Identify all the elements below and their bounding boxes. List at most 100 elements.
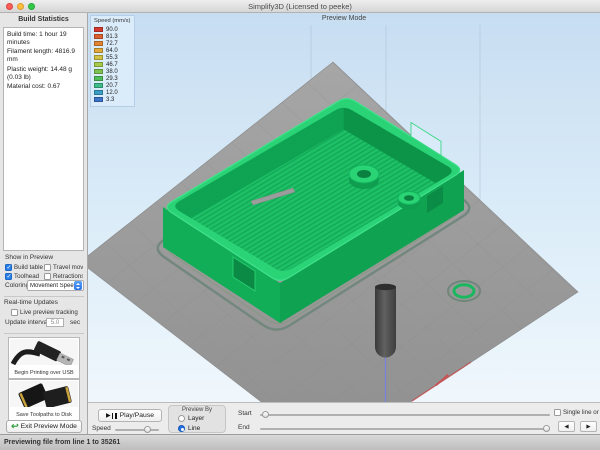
previous-line-button[interactable]: ◀ xyxy=(558,421,575,432)
previous-icon: ◀ xyxy=(564,424,568,430)
begin-printing-usb-button[interactable]: Begin Printing over USB xyxy=(8,337,80,379)
legend-color-swatch xyxy=(94,90,103,96)
legend-value: 20.7 xyxy=(106,83,118,89)
checkbox[interactable] xyxy=(44,273,51,280)
legend-value: 3.3 xyxy=(106,97,114,103)
disk-button-caption: Save Toolpaths to Disk xyxy=(10,412,78,419)
stat-line: Filament length: 4816.9 mm xyxy=(7,48,80,64)
sd-cards-image xyxy=(10,381,78,407)
preview-option[interactable]: Build table xyxy=(5,264,44,271)
checkbox[interactable] xyxy=(5,264,12,271)
legend-entry: 38.0 xyxy=(94,68,132,75)
speed-legend-entries: 90.081.372.764.055.346.738.029.320.712.0… xyxy=(94,26,132,103)
legend-entry: 55.3 xyxy=(94,54,132,61)
legend-color-swatch xyxy=(94,27,103,33)
legend-value: 46.7 xyxy=(106,62,118,68)
preview-by-group: Preview By Layer Line xyxy=(168,405,226,433)
status-text: Previewing file from line 1 to 35261 xyxy=(0,435,600,450)
preview-option[interactable]: Retractions xyxy=(44,273,83,280)
legend-color-swatch xyxy=(94,34,103,40)
line-radio-button[interactable] xyxy=(178,425,185,432)
end-slider-track[interactable] xyxy=(260,428,550,430)
single-line-label: Single line or xyxy=(563,409,599,416)
window-title: Simplify3D (Licensed to peeke) xyxy=(0,2,600,11)
legend-color-swatch xyxy=(94,76,103,82)
play-pause-button[interactable]: ▶ Play/Pause xyxy=(98,409,162,422)
realtime-updates-label: Real-time Updates xyxy=(4,299,58,306)
preview-checkbox-grid: Build tableTravel movesToolheadRetractio… xyxy=(5,263,87,281)
legend-entry: 81.3 xyxy=(94,33,132,40)
checkbox-row: Build tableTravel moves xyxy=(5,263,87,272)
next-icon: ▶ xyxy=(586,424,590,430)
stat-line: Build time: 1 hour 19 minutes xyxy=(7,31,80,47)
preview-toolbar: ▶ Play/Pause Speed Preview By Layer Line… xyxy=(88,402,600,434)
speed-slider-track[interactable] xyxy=(115,429,159,431)
single-line-checkbox[interactable] xyxy=(554,409,561,416)
coloring-dropdown[interactable]: Movement Speed xyxy=(27,280,84,291)
play-pause-label: Play/Pause xyxy=(120,412,154,419)
speed-slider-label: Speed xyxy=(92,425,111,432)
usb-plug-image xyxy=(10,339,78,365)
build-stats-lines: Build time: 1 hour 19 minutesFilament le… xyxy=(3,27,84,251)
checkbox[interactable] xyxy=(5,273,12,280)
legend-entry: 72.7 xyxy=(94,40,132,47)
preview-option[interactable]: Toolhead xyxy=(5,273,44,280)
legend-entry: 64.0 xyxy=(94,47,132,54)
back-arrow-icon: ↩ xyxy=(11,422,19,431)
model-standoff-2 xyxy=(398,192,420,210)
title-bar: Simplify3D (Licensed to peeke) xyxy=(0,0,600,13)
status-bar: Previewing file from line 1 to 35261 xyxy=(0,434,600,450)
legend-color-swatch xyxy=(94,83,103,89)
exit-button-label: Exit Preview Mode xyxy=(21,423,77,430)
legend-value: 55.3 xyxy=(106,55,118,61)
preview-by-label: Preview By xyxy=(169,407,225,413)
update-interval-label: Update interval xyxy=(5,319,49,326)
legend-color-swatch xyxy=(94,69,103,75)
next-line-button[interactable]: ▶ xyxy=(580,421,597,432)
stat-line: Plastic weight: 14.48 g (0.03 lb) xyxy=(7,66,80,82)
coloring-value: Movement Speed xyxy=(30,283,74,289)
start-slider-track[interactable] xyxy=(260,414,550,416)
save-toolpaths-disk-button[interactable]: Save Toolpaths to Disk xyxy=(8,379,80,421)
legend-entry: 20.7 xyxy=(94,82,132,89)
toolhead-indicator xyxy=(375,284,396,358)
speed-legend: Speed (mm/s) 90.081.372.764.055.346.738.… xyxy=(90,15,135,107)
start-slider-label: Start xyxy=(238,410,252,417)
preview-mode-label: Preview Mode xyxy=(88,15,600,22)
start-slider-handle[interactable] xyxy=(262,411,269,418)
live-tracking-checkbox[interactable] xyxy=(11,309,18,316)
legend-color-swatch xyxy=(94,41,103,47)
exit-preview-mode-button[interactable]: ↩ Exit Preview Mode xyxy=(6,420,82,433)
stat-line: Material cost: 0.67 xyxy=(7,83,80,91)
preview-option[interactable]: Travel moves xyxy=(44,264,83,271)
legend-value: 72.7 xyxy=(106,41,118,47)
line-radio-label: Line xyxy=(188,425,200,432)
divider xyxy=(4,296,84,297)
update-interval-field[interactable]: 5.0 xyxy=(46,318,64,327)
preview-3d-scene[interactable] xyxy=(88,13,600,402)
legend-entry: 29.3 xyxy=(94,75,132,82)
layer-radio-button[interactable] xyxy=(178,415,185,422)
pause-icon xyxy=(112,413,117,419)
model-standoff-1 xyxy=(349,165,379,189)
left-panel: Build Statistics Build time: 1 hour 19 m… xyxy=(0,13,88,434)
checkbox-label: Toolhead xyxy=(14,273,39,280)
legend-entry: 12.0 xyxy=(94,89,132,96)
radio-layer[interactable]: Layer xyxy=(178,415,204,422)
live-tracking-row[interactable]: Live preview tracking xyxy=(11,309,78,316)
single-line-checkbox-row[interactable]: Single line or xyxy=(554,409,600,416)
legend-color-swatch xyxy=(94,55,103,61)
dropdown-stepper-icon xyxy=(74,281,82,290)
coloring-label: Coloring xyxy=(5,282,29,289)
legend-color-swatch xyxy=(94,62,103,68)
build-statistics-title: Build Statistics xyxy=(0,16,87,23)
end-slider-handle[interactable] xyxy=(543,425,550,432)
simplify3d-window: Simplify3D (Licensed to peeke) Build Sta… xyxy=(0,0,600,450)
legend-value: 29.3 xyxy=(106,76,118,82)
play-icon: ▶ xyxy=(106,412,111,419)
divider xyxy=(4,333,84,334)
radio-line[interactable]: Line xyxy=(178,425,200,432)
speed-slider-handle[interactable] xyxy=(144,426,151,433)
checkbox[interactable] xyxy=(44,264,51,271)
legend-value: 38.0 xyxy=(106,69,118,75)
